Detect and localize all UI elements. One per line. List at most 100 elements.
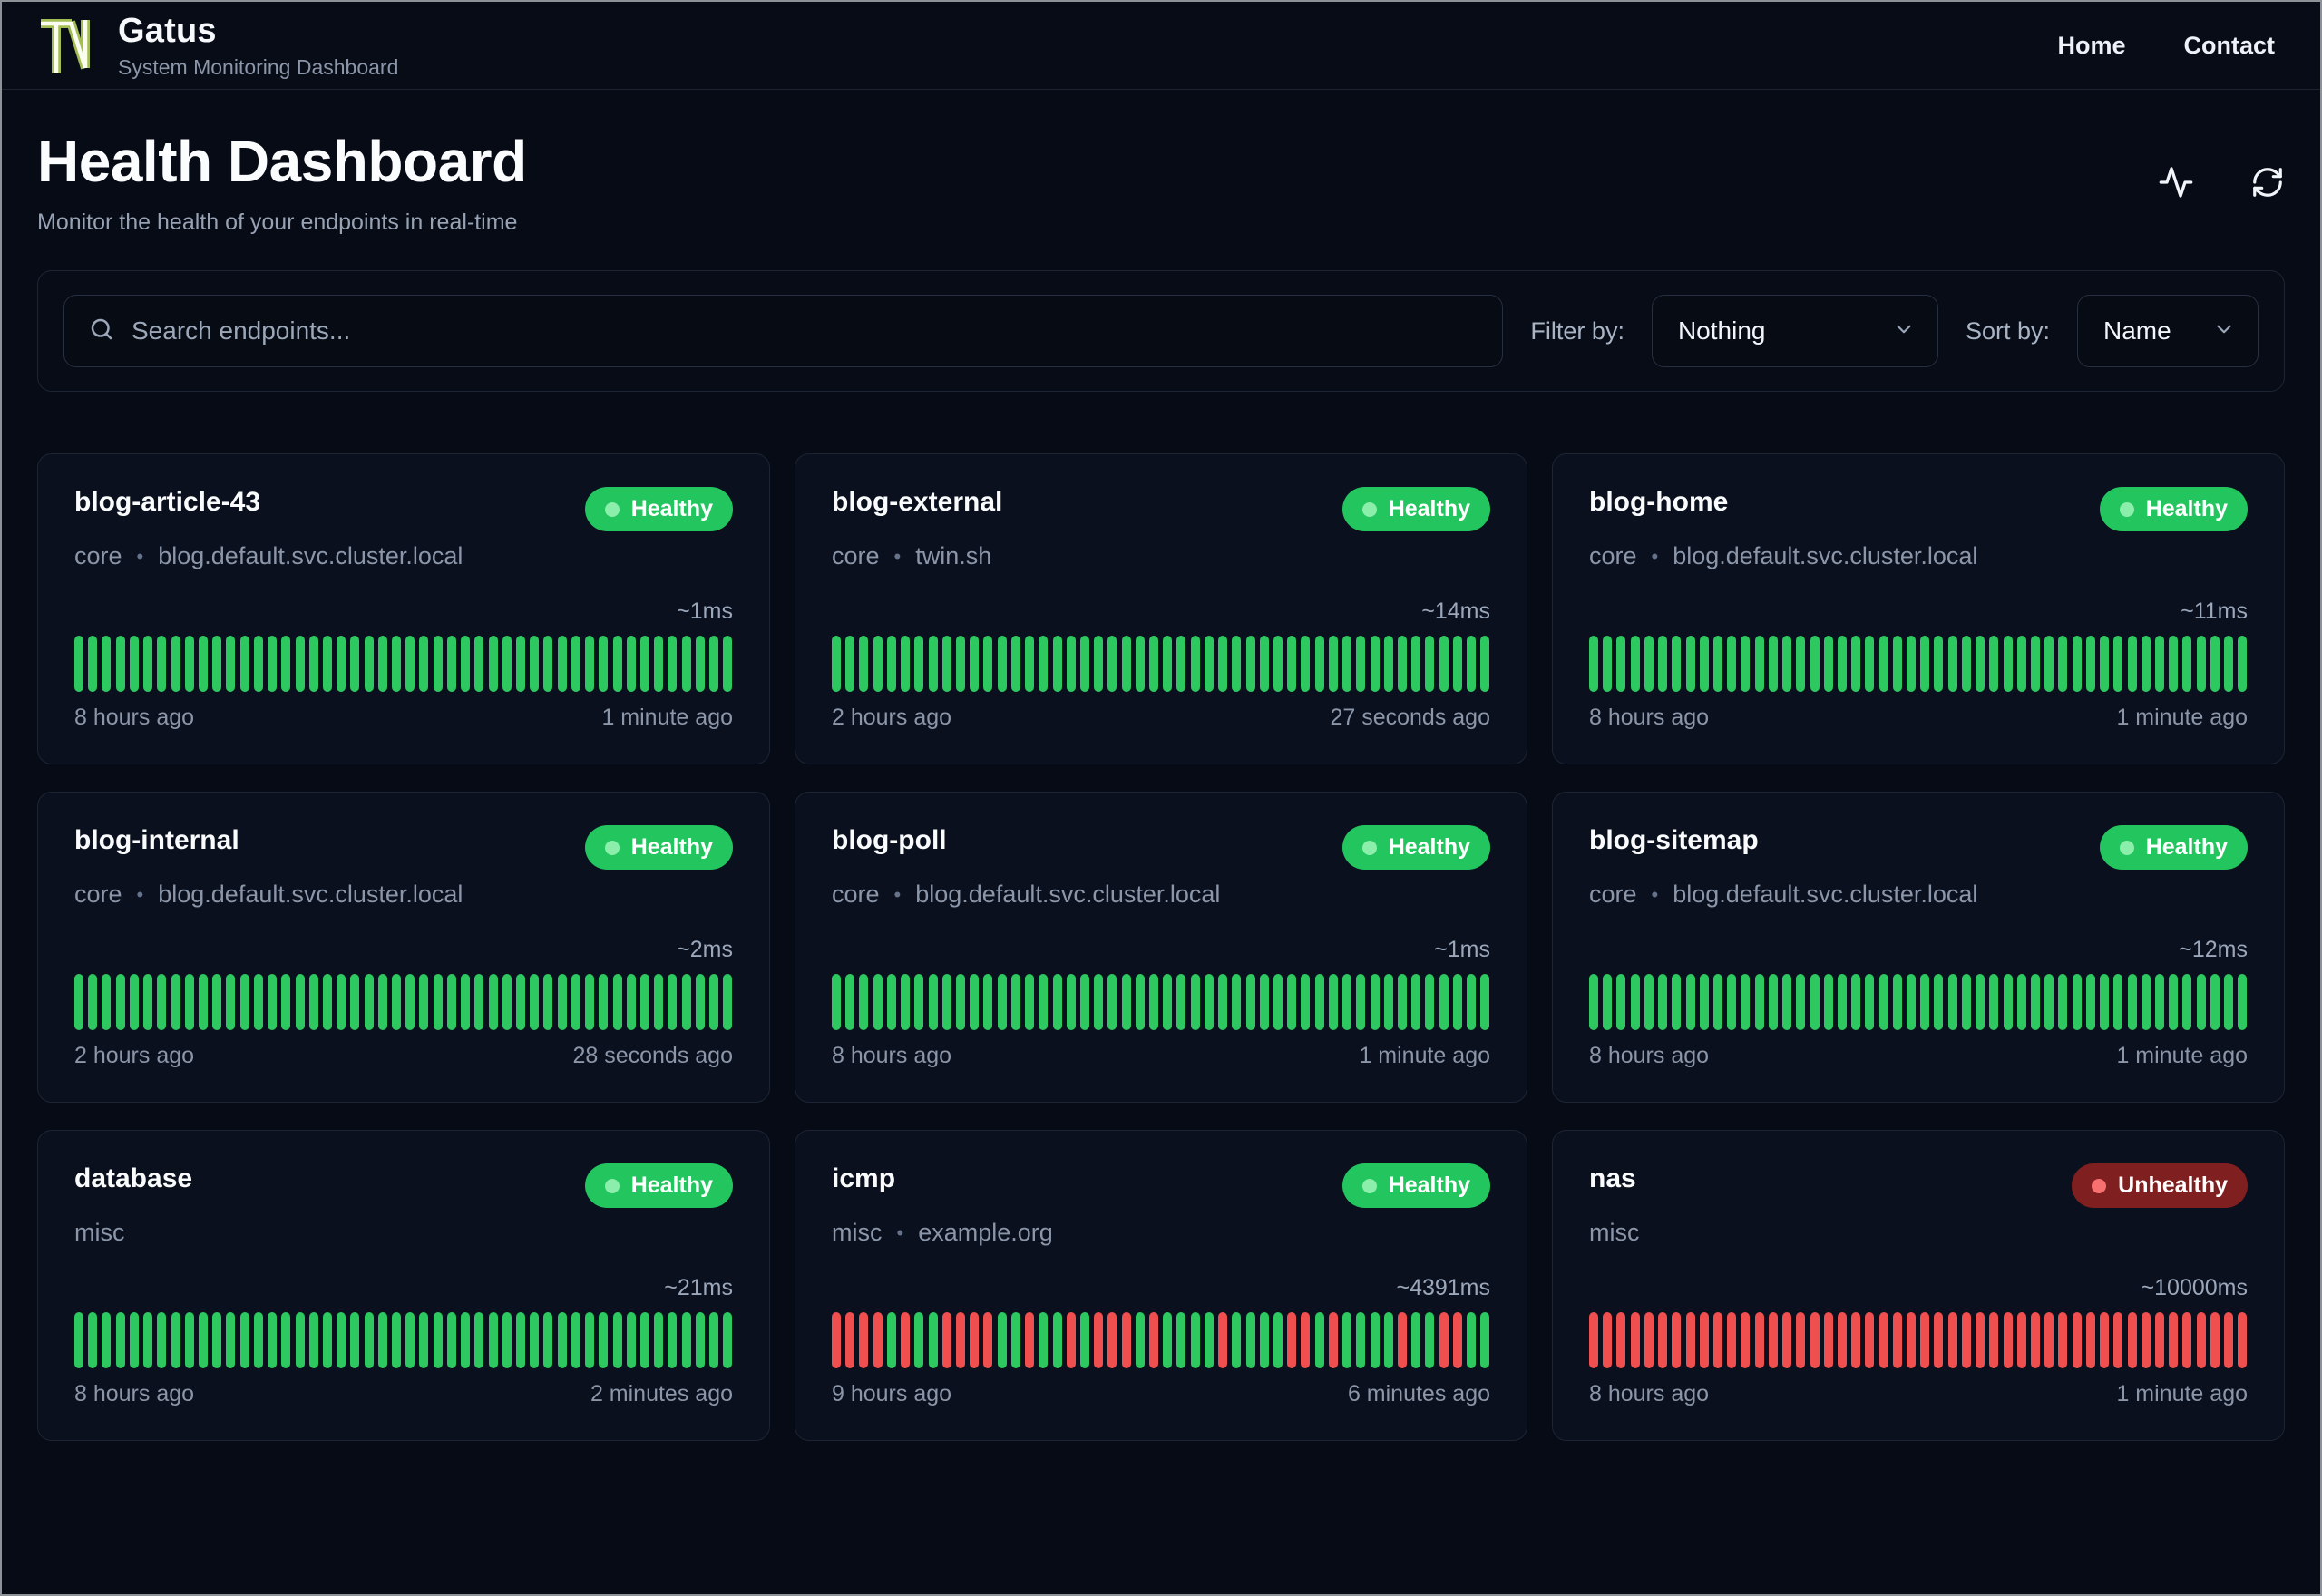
up-bar[interactable] — [914, 636, 924, 692]
up-bar[interactable] — [1837, 636, 1847, 692]
up-bar[interactable] — [1370, 974, 1380, 1030]
up-bar[interactable] — [1190, 636, 1200, 692]
up-bar[interactable] — [599, 1312, 609, 1368]
up-bar[interactable] — [2169, 974, 2179, 1030]
up-bar[interactable] — [474, 974, 484, 1030]
up-bar[interactable] — [1865, 636, 1875, 692]
up-bar[interactable] — [1989, 636, 1999, 692]
up-bar[interactable] — [832, 636, 841, 692]
endpoint-card[interactable]: icmp Healthy misc • example.org ~4391ms … — [795, 1130, 1527, 1441]
up-bar[interactable] — [1878, 974, 1888, 1030]
up-bar[interactable] — [461, 974, 471, 1030]
up-bar[interactable] — [1176, 636, 1186, 692]
down-bar[interactable] — [832, 1312, 841, 1368]
up-bar[interactable] — [1411, 636, 1421, 692]
up-bar[interactable] — [1976, 974, 1985, 1030]
down-bar[interactable] — [1066, 1312, 1076, 1368]
up-bar[interactable] — [2224, 636, 2234, 692]
up-bar[interactable] — [1741, 974, 1751, 1030]
up-bar[interactable] — [1672, 636, 1682, 692]
up-bar[interactable] — [2196, 636, 2206, 692]
up-bar[interactable] — [2100, 636, 2110, 692]
up-bar[interactable] — [1204, 974, 1214, 1030]
up-bar[interactable] — [941, 974, 951, 1030]
down-bar[interactable] — [1947, 1312, 1957, 1368]
endpoint-card[interactable]: database Healthy misc ~21ms 8 hours ago … — [37, 1130, 770, 1441]
up-bar[interactable] — [184, 974, 194, 1030]
up-bar[interactable] — [377, 974, 387, 1030]
up-bar[interactable] — [1699, 974, 1709, 1030]
up-bar[interactable] — [516, 636, 525, 692]
down-bar[interactable] — [1685, 1312, 1695, 1368]
up-bar[interactable] — [143, 636, 153, 692]
up-bar[interactable] — [1439, 974, 1449, 1030]
up-bar[interactable] — [2141, 636, 2151, 692]
up-bar[interactable] — [1467, 636, 1477, 692]
up-bar[interactable] — [1425, 636, 1435, 692]
up-bar[interactable] — [1920, 974, 1930, 1030]
up-bar[interactable] — [516, 1312, 525, 1368]
up-bar[interactable] — [1616, 974, 1626, 1030]
down-bar[interactable] — [1439, 1312, 1449, 1368]
up-bar[interactable] — [1218, 974, 1228, 1030]
up-bar[interactable] — [1603, 974, 1613, 1030]
up-bar[interactable] — [171, 1312, 180, 1368]
up-bar[interactable] — [350, 974, 360, 1030]
down-bar[interactable] — [1907, 1312, 1917, 1368]
up-bar[interactable] — [253, 636, 263, 692]
up-bar[interactable] — [1796, 636, 1806, 692]
up-bar[interactable] — [102, 974, 112, 1030]
up-bar[interactable] — [2210, 974, 2220, 1030]
up-bar[interactable] — [1039, 974, 1049, 1030]
up-bar[interactable] — [1135, 974, 1145, 1030]
down-bar[interactable] — [1107, 1312, 1117, 1368]
up-bar[interactable] — [337, 636, 346, 692]
up-bar[interactable] — [612, 636, 622, 692]
up-bar[interactable] — [585, 974, 595, 1030]
up-bar[interactable] — [1259, 974, 1269, 1030]
up-bar[interactable] — [1630, 636, 1640, 692]
up-bar[interactable] — [859, 636, 869, 692]
up-bar[interactable] — [1107, 974, 1117, 1030]
down-bar[interactable] — [1892, 1312, 1902, 1368]
down-bar[interactable] — [1837, 1312, 1847, 1368]
up-bar[interactable] — [2113, 636, 2123, 692]
up-bar[interactable] — [129, 636, 139, 692]
up-bar[interactable] — [405, 1312, 415, 1368]
up-bar[interactable] — [322, 1312, 332, 1368]
up-bar[interactable] — [723, 974, 733, 1030]
up-bar[interactable] — [1149, 974, 1159, 1030]
up-bar[interactable] — [1920, 636, 1930, 692]
endpoint-card[interactable]: nas Unhealthy misc ~10000ms 8 hours ago … — [1552, 1130, 2285, 1441]
up-bar[interactable] — [1121, 636, 1131, 692]
up-bar[interactable] — [1039, 1312, 1049, 1368]
down-bar[interactable] — [1672, 1312, 1682, 1368]
up-bar[interactable] — [405, 636, 415, 692]
up-bar[interactable] — [1699, 636, 1709, 692]
down-bar[interactable] — [2031, 1312, 2040, 1368]
up-bar[interactable] — [695, 1312, 705, 1368]
up-bar[interactable] — [1892, 636, 1902, 692]
up-bar[interactable] — [901, 636, 911, 692]
up-bar[interactable] — [1079, 1312, 1089, 1368]
up-bar[interactable] — [446, 974, 456, 1030]
down-bar[interactable] — [1094, 1312, 1104, 1368]
down-bar[interactable] — [1218, 1312, 1228, 1368]
down-bar[interactable] — [1644, 1312, 1654, 1368]
down-bar[interactable] — [1025, 1312, 1035, 1368]
up-bar[interactable] — [433, 1312, 443, 1368]
up-bar[interactable] — [2127, 974, 2137, 1030]
up-bar[interactable] — [709, 636, 719, 692]
up-bar[interactable] — [1010, 974, 1020, 1030]
up-bar[interactable] — [1851, 636, 1861, 692]
up-bar[interactable] — [571, 636, 580, 692]
up-bar[interactable] — [1135, 1312, 1145, 1368]
up-bar[interactable] — [1356, 974, 1366, 1030]
up-bar[interactable] — [668, 974, 678, 1030]
up-bar[interactable] — [1052, 636, 1062, 692]
nav-home-link[interactable]: Home — [2057, 32, 2125, 60]
up-bar[interactable] — [2031, 636, 2040, 692]
down-bar[interactable] — [1920, 1312, 1930, 1368]
up-bar[interactable] — [1301, 974, 1311, 1030]
up-bar[interactable] — [1934, 974, 1944, 1030]
